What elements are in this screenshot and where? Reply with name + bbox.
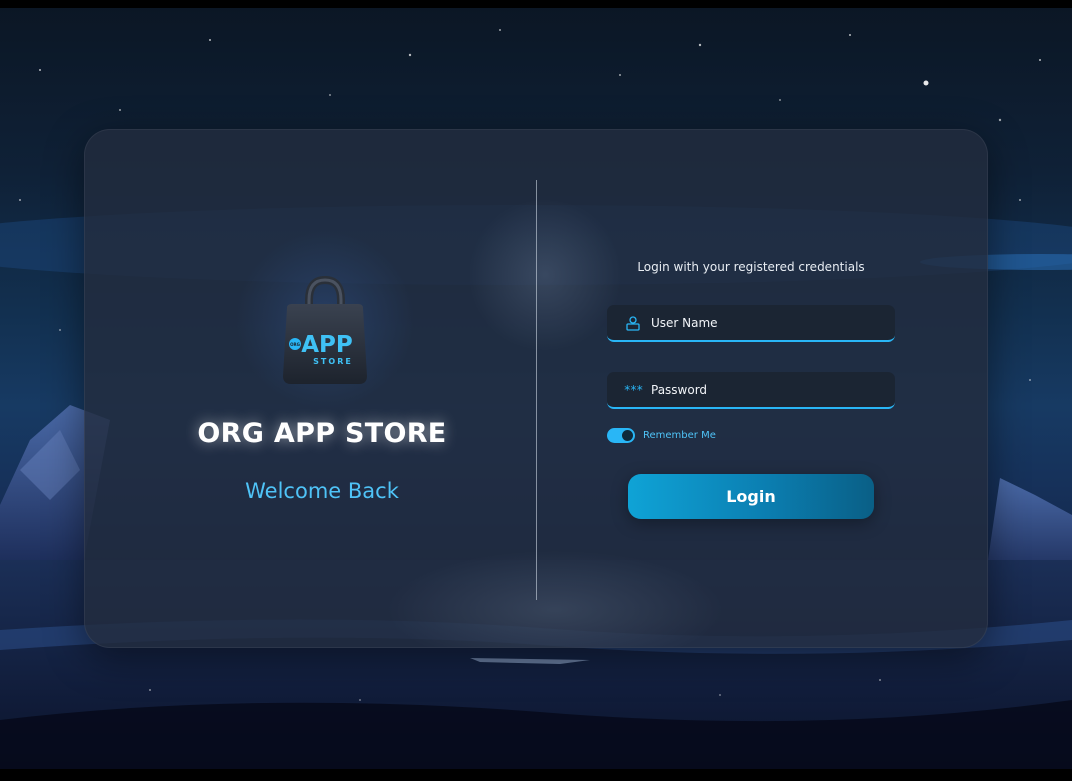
toggle-knob bbox=[622, 430, 633, 441]
vertical-divider bbox=[536, 180, 537, 600]
card-glow bbox=[465, 200, 625, 350]
login-card: ORG APP STORE ORG APP STORE Welcome Back… bbox=[84, 129, 988, 648]
logo-main-text: APP bbox=[301, 332, 353, 358]
remember-me-label[interactable]: Remember Me bbox=[643, 430, 716, 441]
remember-me: Remember Me bbox=[607, 428, 716, 443]
username-field bbox=[607, 305, 895, 342]
user-icon bbox=[623, 314, 643, 332]
top-edge bbox=[0, 0, 1072, 8]
app-store-bag-logo: ORG APP STORE bbox=[283, 276, 367, 384]
username-input[interactable] bbox=[651, 305, 895, 340]
logo-sub-text: STORE bbox=[313, 357, 353, 366]
password-input[interactable] bbox=[651, 372, 895, 407]
login-caption: Login with your registered credentials bbox=[637, 260, 865, 274]
password-stars-glyph: *** bbox=[623, 382, 644, 397]
page-title: ORG APP STORE bbox=[197, 418, 447, 449]
logo-tag-text: ORG bbox=[290, 342, 300, 347]
remember-me-toggle[interactable] bbox=[607, 428, 635, 443]
password-field: *** bbox=[607, 372, 895, 409]
welcome-subtitle: Welcome Back bbox=[245, 479, 399, 503]
password-asterisks-icon: *** bbox=[623, 381, 644, 399]
login-button[interactable]: Login bbox=[628, 474, 874, 519]
card-glow bbox=[385, 550, 725, 647]
bottom-edge bbox=[0, 769, 1072, 781]
